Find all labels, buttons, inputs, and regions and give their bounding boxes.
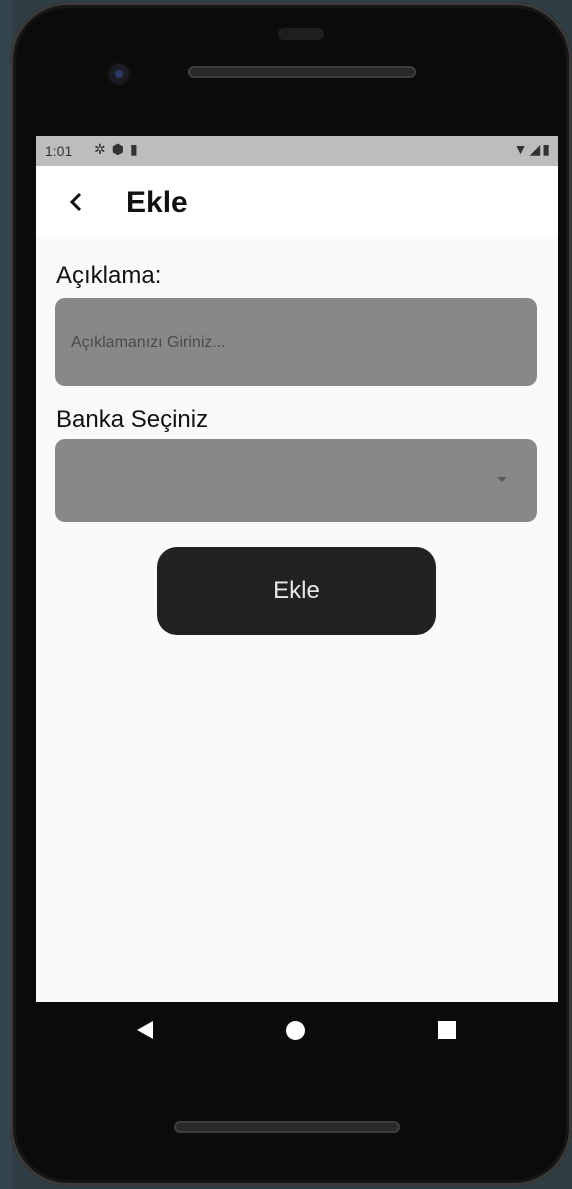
front-camera <box>109 64 129 84</box>
status-left-icons: ✲⬢▮ <box>94 141 144 158</box>
sd-card-icon: ▮ <box>129 141 144 157</box>
battery-icon: ▮ <box>542 141 552 157</box>
earpiece-slot <box>278 28 324 40</box>
back-button[interactable] <box>56 182 96 222</box>
recents-square-icon[interactable] <box>438 1021 456 1039</box>
chevron-left-icon <box>69 192 82 212</box>
wifi-icon: ▼ <box>513 141 530 157</box>
bank-label: Banka Seçiniz <box>56 406 209 433</box>
signal-icon: ◢ <box>529 141 543 157</box>
shield-icon: ⬢ <box>111 141 130 157</box>
app-bar: Ekle <box>36 166 558 236</box>
top-speaker-grille <box>188 66 416 78</box>
status-bar: 1:01 ✲⬢▮ ▼◢▮ <box>36 136 558 166</box>
back-triangle-icon[interactable] <box>137 1021 153 1039</box>
description-field[interactable] <box>55 298 537 388</box>
dropdown-arrow-icon <box>497 477 507 482</box>
add-button[interactable]: Ekle <box>157 547 436 635</box>
description-input[interactable] <box>69 298 523 388</box>
bottom-speaker-grille <box>174 1121 400 1133</box>
description-label: Açıklama: <box>56 262 162 289</box>
page-title: Ekle <box>126 186 188 219</box>
phone-frame: 1:01 ✲⬢▮ ▼◢▮ Ekle Açıklama: Banka Seçini… <box>10 2 572 1186</box>
device-screen: 1:01 ✲⬢▮ ▼◢▮ Ekle Açıklama: Banka Seçini… <box>36 136 558 1002</box>
status-right-icons: ▼◢▮ <box>514 141 552 158</box>
home-circle-icon[interactable] <box>286 1021 305 1040</box>
settings-gear-icon: ✲ <box>94 141 112 157</box>
bank-dropdown[interactable] <box>55 439 537 522</box>
status-time: 1:01 <box>45 143 73 159</box>
